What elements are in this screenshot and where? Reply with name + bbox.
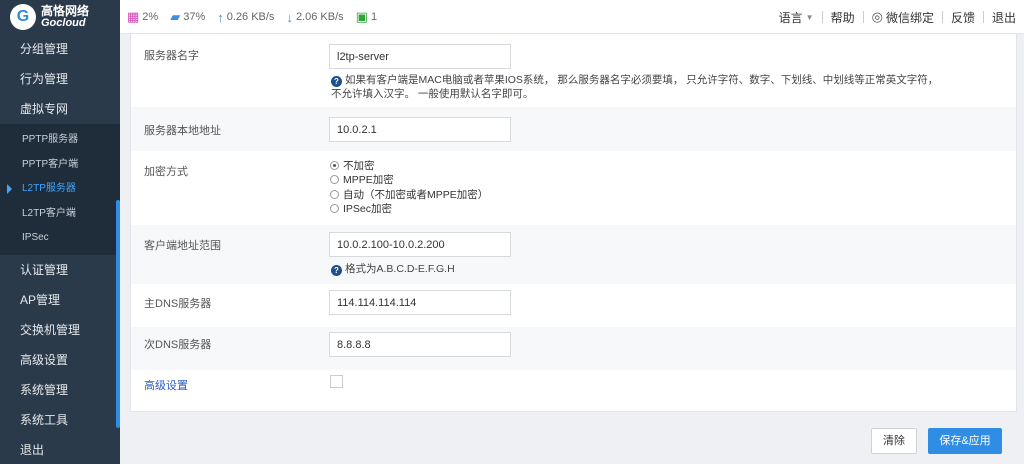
form-row-secondary-dns: 次DNS服务器	[131, 327, 1016, 370]
radio-icon	[330, 175, 339, 185]
sidebar: 分组管理 行为管理 虚拟专网 PPTP服务器 PPTP客户端 L2TP服务器 L…	[0, 34, 120, 464]
help-label: 帮助	[830, 10, 855, 25]
encryption-radio-group: 不加密 MPPE加密 自动（不加密或者MPPE加密） IPSec加密	[330, 158, 488, 216]
secondary-dns-input[interactable]	[329, 332, 511, 357]
sidebar-subitem-l2tp-client[interactable]: L2TP客户端	[0, 202, 120, 227]
caret-down-icon: ▼	[805, 12, 814, 22]
wechat-label: 微信绑定	[885, 10, 934, 25]
advanced-settings-checkbox[interactable]	[330, 375, 343, 388]
encryption-option-label: IPSec加密	[343, 203, 393, 216]
logo-text: 高恪网络 Gocloud	[41, 5, 89, 29]
sidebar-item-auth-mgmt[interactable]: 认证管理	[0, 255, 120, 285]
sidebar-item-ap-mgmt[interactable]: AP管理	[0, 285, 120, 315]
top-bar: G 高恪网络 Gocloud ▦ 2% ▰ 37% ↑ 0.26 KB/s ↓ …	[0, 0, 1024, 34]
client-range-label: 客户端地址范围	[144, 240, 221, 252]
primary-dns-input[interactable]	[329, 290, 511, 315]
memory-icon: ▰	[170, 9, 181, 24]
client-range-hint-text: 格式为A.B.C.D-E.F.G.H	[345, 263, 455, 275]
encryption-option-none[interactable]: 不加密	[330, 158, 488, 173]
form-row-client-range: 客户端地址范围 ?格式为A.B.C.D-E.F.G.H	[131, 225, 1016, 284]
local-address-label: 服务器本地地址	[144, 125, 221, 137]
save-apply-button[interactable]: 保存&应用	[928, 428, 1002, 454]
server-name-hint-line1: 如果有客户端是MAC电脑或者苹果IOS系统， 那么服务器名字必须要填， 只允许字…	[345, 74, 939, 86]
secondary-dns-label: 次DNS服务器	[144, 339, 212, 351]
monitor-user-icon: ▣	[355, 9, 368, 24]
encryption-option-label: MPPE加密	[343, 174, 394, 187]
question-icon: ?	[331, 76, 342, 87]
logo[interactable]: G 高恪网络 Gocloud	[0, 0, 120, 34]
memory-stat[interactable]: ▰ 37%	[170, 9, 205, 25]
sidebar-item-behavior-mgmt[interactable]: 行为管理	[0, 64, 120, 94]
radio-icon	[330, 204, 339, 214]
sidebar-subitem-pptp-server[interactable]: PPTP服务器	[0, 128, 120, 153]
help-link[interactable]: 帮助	[823, 9, 863, 26]
radio-icon	[330, 189, 339, 199]
upload-stat[interactable]: ↑ 0.26 KB/s	[217, 10, 274, 25]
form-row-advanced: 高级设置	[131, 370, 1016, 410]
client-range-hint: ? 格式为A.B.C.D-E.F.G.H	[331, 262, 455, 276]
sidebar-item-system-tools[interactable]: 系统工具	[0, 405, 120, 435]
radio-checked-icon	[330, 160, 339, 170]
encryption-option-label: 不加密	[343, 159, 375, 172]
sidebar-item-exit[interactable]: 退出	[0, 435, 120, 464]
form-row-server-name: 服务器名字 ?如果有客户端是MAC电脑或者苹果IOS系统， 那么服务器名字必须要…	[131, 34, 1016, 107]
download-stat[interactable]: ↓ 2.06 KB/s	[286, 10, 343, 25]
sidebar-scrollbar[interactable]	[116, 200, 120, 428]
sidebar-subitem-l2tp-server[interactable]: L2TP服务器	[0, 177, 120, 202]
vpn-submenu: PPTP服务器 PPTP客户端 L2TP服务器 L2TP客户端 IPSec	[0, 124, 120, 255]
local-address-input[interactable]	[329, 117, 511, 142]
encryption-option-mppe[interactable]: MPPE加密	[330, 173, 488, 188]
server-name-hint-line2: 不允许填入汉字。 一般使用默认名字即可。	[331, 88, 534, 100]
sidebar-item-vpn[interactable]: 虚拟专网	[0, 94, 120, 124]
sidebar-item-switch-mgmt[interactable]: 交换机管理	[0, 315, 120, 345]
online-users-stat[interactable]: ▣ 1	[356, 9, 377, 25]
clear-button[interactable]: 清除	[871, 428, 917, 454]
form-row-encryption: 加密方式 不加密 MPPE加密 自动（不加密或者MPPE加密） IPSec加密	[131, 151, 1016, 225]
form-row-primary-dns: 主DNS服务器	[131, 284, 1016, 327]
server-name-hint: ? 如果有客户端是MAC电脑或者苹果IOS系统， 那么服务器名字必须要填， 只允许…	[331, 73, 938, 101]
sidebar-item-advanced[interactable]: 高级设置	[0, 345, 120, 375]
memory-value: 37%	[183, 11, 206, 23]
cpu-stat[interactable]: ▦ 2%	[127, 9, 158, 25]
logout-link[interactable]: 退出	[984, 9, 1024, 26]
sidebar-item-group-mgmt[interactable]: 分组管理	[0, 34, 120, 64]
form-row-local-address: 服务器本地地址	[131, 107, 1016, 151]
upload-arrow-icon: ↑	[217, 9, 224, 25]
logo-icon: G	[10, 4, 36, 30]
wechat-icon: ◎	[871, 9, 883, 24]
language-label: 语言	[778, 10, 803, 25]
status-bar: ▦ 2% ▰ 37% ↑ 0.26 KB/s ↓ 2.06 KB/s ▣ 1	[127, 0, 389, 34]
server-name-input[interactable]	[329, 44, 511, 69]
feedback-link[interactable]: 反馈	[943, 9, 983, 26]
encryption-option-ipsec[interactable]: IPSec加密	[330, 202, 488, 217]
language-menu[interactable]: 语言 ▼	[771, 9, 822, 26]
online-users-value: 1	[370, 11, 378, 23]
sidebar-item-system-mgmt[interactable]: 系统管理	[0, 375, 120, 405]
download-value: 2.06 KB/s	[295, 11, 344, 23]
server-name-label: 服务器名字	[144, 50, 199, 62]
logo-en: Gocloud	[41, 17, 86, 29]
upload-value: 0.26 KB/s	[226, 11, 275, 23]
sidebar-subitem-pptp-client[interactable]: PPTP客户端	[0, 153, 120, 178]
primary-dns-label: 主DNS服务器	[144, 298, 212, 310]
top-nav: 语言 ▼ 帮助 ◎ 微信绑定 反馈 退出	[771, 0, 1024, 34]
logo-cn: 高恪网络	[41, 4, 90, 18]
l2tp-server-form: 服务器名字 ?如果有客户端是MAC电脑或者苹果IOS系统， 那么服务器名字必须要…	[130, 34, 1017, 412]
encryption-option-auto[interactable]: 自动（不加密或者MPPE加密）	[330, 187, 488, 202]
download-arrow-icon: ↓	[286, 9, 293, 25]
sidebar-subitem-ipsec[interactable]: IPSec	[0, 226, 120, 251]
advanced-settings-link[interactable]: 高级设置	[144, 377, 188, 393]
question-icon: ?	[331, 265, 342, 276]
cpu-icon: ▦	[127, 9, 140, 24]
encryption-option-label: 自动（不加密或者MPPE加密）	[343, 188, 489, 201]
cpu-value: 2%	[142, 11, 159, 23]
encryption-label: 加密方式	[144, 166, 188, 178]
client-range-input[interactable]	[329, 232, 511, 257]
logout-label: 退出	[991, 10, 1016, 25]
feedback-label: 反馈	[950, 10, 975, 25]
wechat-bind-link[interactable]: ◎ 微信绑定	[864, 9, 942, 26]
